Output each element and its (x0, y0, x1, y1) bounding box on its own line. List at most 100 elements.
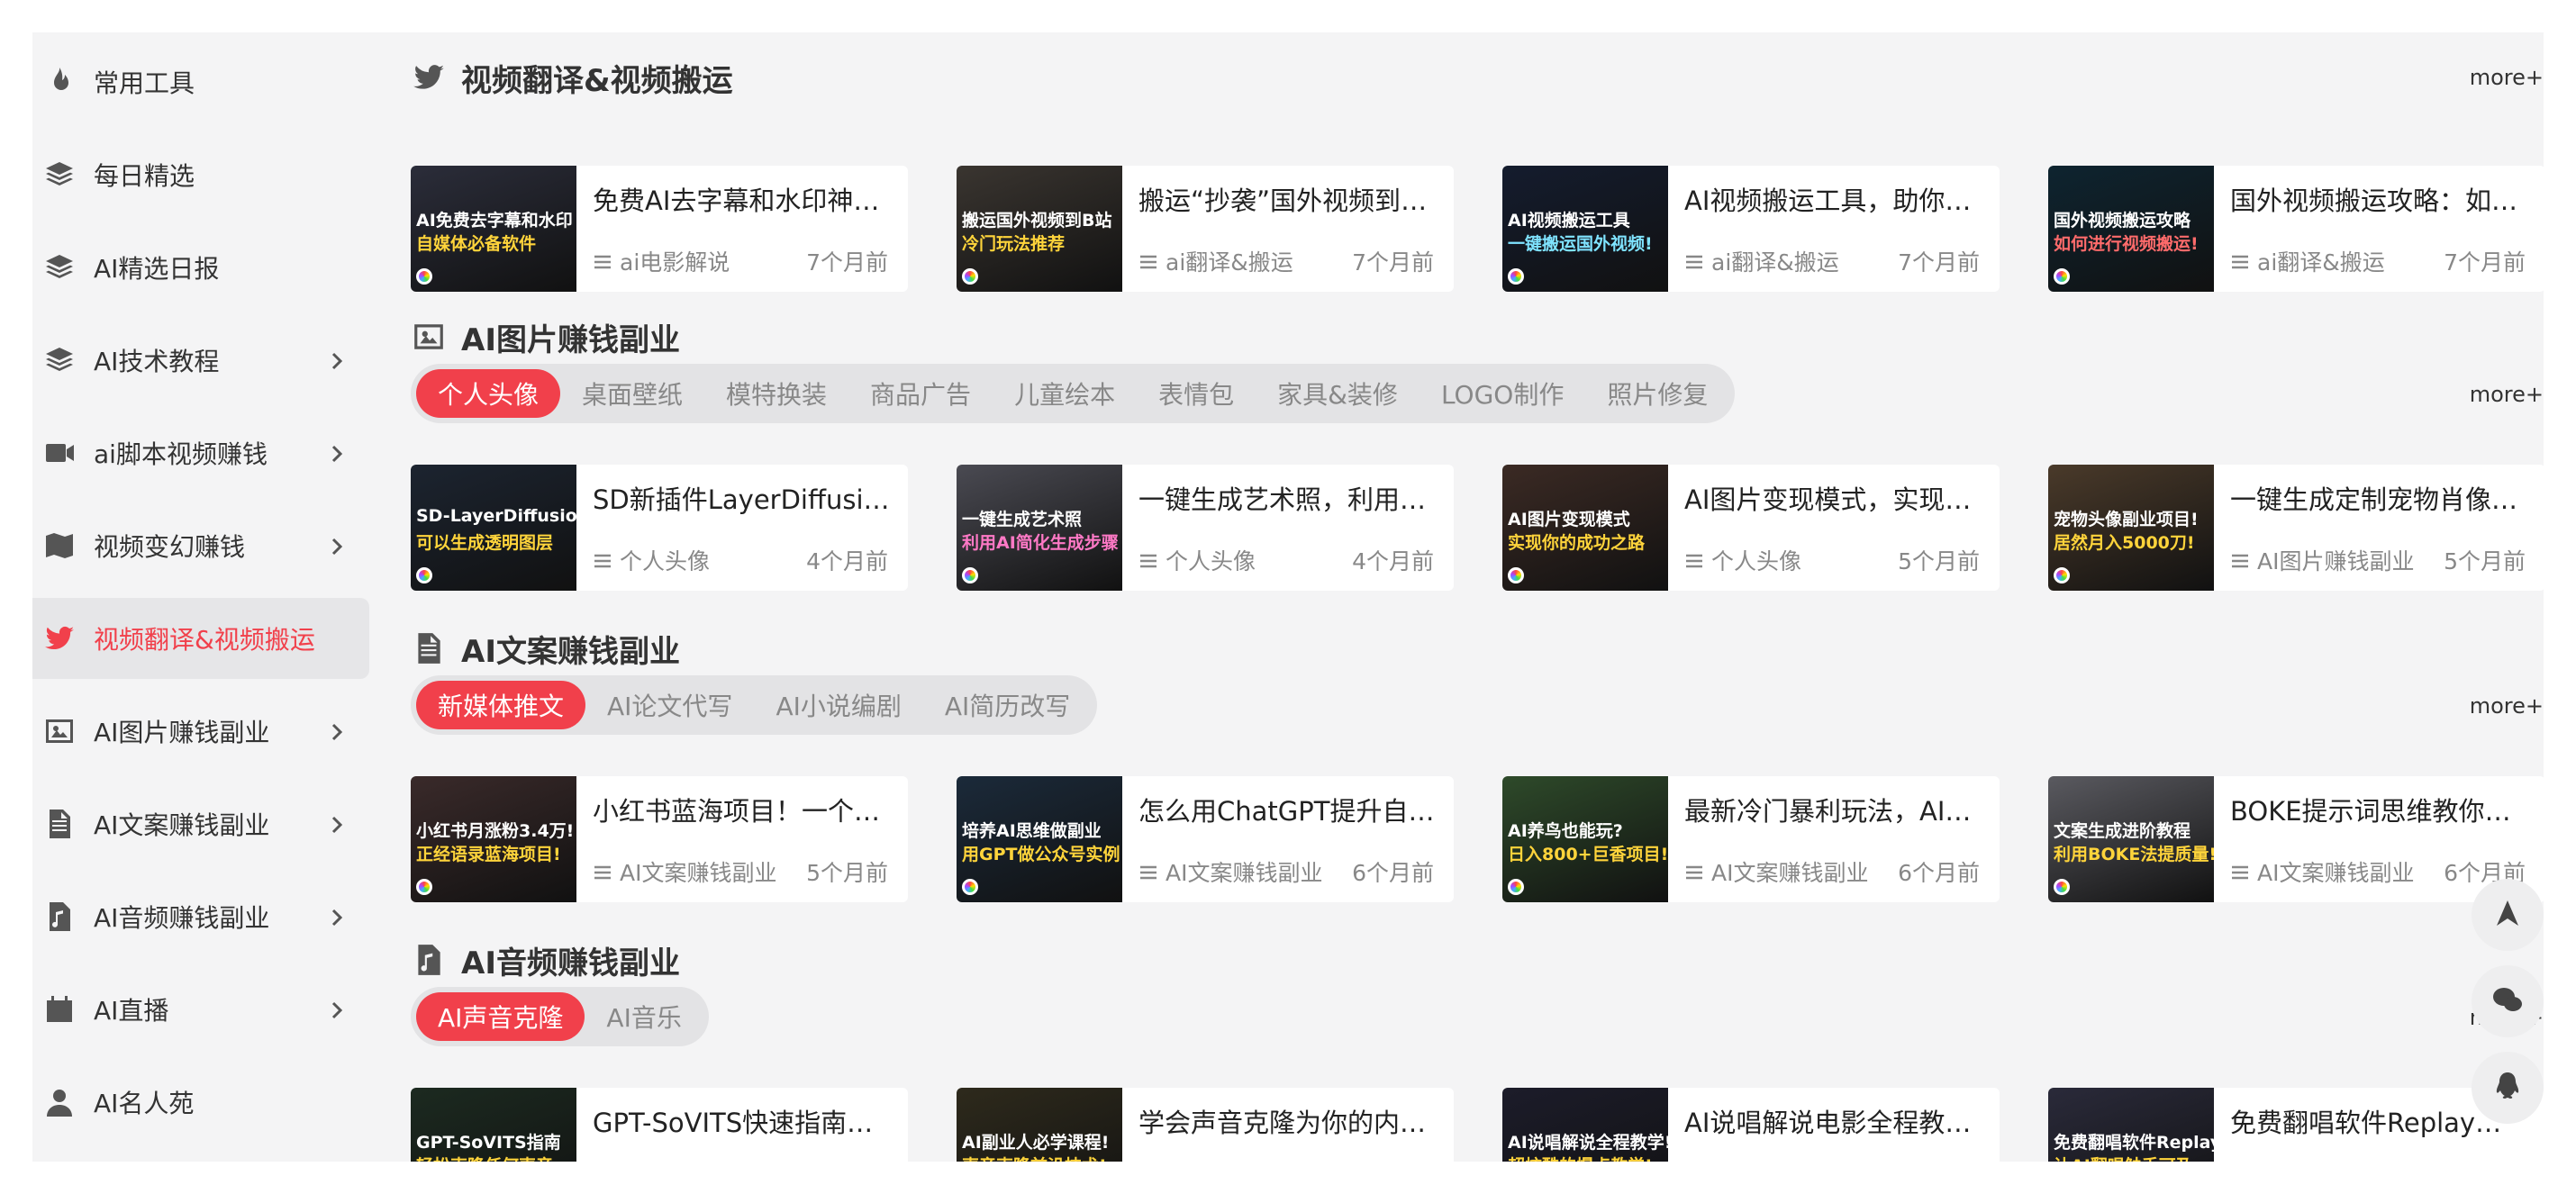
article-card[interactable]: SD-LayerDiffusio 可以生成透明图层 SD新插件LayerDiffus… (411, 465, 908, 591)
tab-item[interactable]: 个人头像 (416, 369, 561, 418)
chevron-right-icon (326, 719, 348, 741)
article-card[interactable]: AI养鸟也能玩? 日入800+巨香项目! 最新冷门暴利玩法，AI制... AI文案赚钱… (1502, 776, 2000, 902)
card-category[interactable]: AI图片赚钱副业 (2257, 544, 2444, 576)
article-card[interactable]: AI说唱解说全程教学!超炫酷的爆点教学!AI说唱解说电影全程教学...AI声音克… (1502, 1088, 2000, 1162)
tab-item[interactable]: AI声音克隆 (416, 992, 585, 1041)
sidebar-item-1[interactable]: 每日精选 (32, 134, 369, 215)
article-card[interactable]: GPT-SoVITS指南轻松克隆任何声音GPT-SoVITS快速指南：...AI… (411, 1088, 908, 1162)
card-title[interactable]: AI说唱解说电影全程教学... (1684, 1102, 1982, 1140)
sidebar-item-label: AI直播 (94, 996, 169, 1026)
sidebar-item-9[interactable]: AI音频赚钱副业 (32, 876, 369, 957)
tab-item[interactable]: AI音乐 (585, 992, 703, 1041)
article-card[interactable]: 搬运国外视频到B站 冷门玩法推荐 搬运“抄袭”国外视频到B... ai翻译&搬运 7个月… (957, 166, 1454, 292)
tab-item[interactable]: 桌面壁纸 (560, 369, 704, 418)
tab-item[interactable]: AI论文代写 (585, 681, 754, 729)
tab-item[interactable]: 表情包 (1137, 369, 1256, 418)
card-title[interactable]: BOKE提示词思维教你用... (2230, 791, 2527, 828)
main-content: 视频翻译&视频搬运 more+ AI免费去字幕和水印 自媒体必备软件 免费AI去字幕和水… (411, 32, 2544, 1162)
card-title[interactable]: 最新冷门暴利玩法，AI制... (1684, 791, 1982, 828)
thumbnail-line2: 让AI翻唱触手可及 (2054, 1153, 2193, 1162)
article-card[interactable]: 一键生成艺术照 利用AI简化生成步骤 一键生成艺术照，利用开... 个人头像 4个月前 (957, 465, 1454, 591)
chevron-right-icon (326, 348, 348, 370)
tab-item[interactable]: AI简历改写 (923, 681, 1092, 729)
card-category[interactable]: ai电影解说 (620, 245, 806, 277)
card-category[interactable]: ai翻译&搬运 (2257, 245, 2444, 277)
sidebar-item-6[interactable]: 视频翻译&视频搬运 (32, 598, 369, 679)
card-meta: 个人头像 5个月前 (1684, 544, 1980, 576)
card-info: 小红书蓝海项目！一个月... AI文案赚钱副业 5个月前 (576, 776, 908, 902)
card-thumbnail: AI视频搬运工具 一键搬运国外视频! (1502, 166, 1668, 292)
tab-item[interactable]: AI小说编剧 (754, 681, 922, 729)
card-category[interactable]: AI文案赚钱副业 (2257, 855, 2444, 888)
card-title[interactable]: 怎么用ChatGPT提升自己... (1138, 791, 1436, 828)
sidebar-item-3[interactable]: AI技术教程 (32, 320, 369, 401)
card-meta: ai电影解说 7个月前 (593, 245, 888, 277)
tab-item[interactable]: 家具&装修 (1256, 369, 1420, 418)
list-icon (1684, 550, 1704, 570)
tab-item[interactable]: 商品广告 (848, 369, 993, 418)
card-title[interactable]: AI视频搬运工具，助你一... (1684, 180, 1982, 218)
more-link[interactable]: more+ (2470, 693, 2544, 719)
card-title[interactable]: 学会声音克隆为你的内容... (1138, 1102, 1436, 1140)
card-title[interactable]: 搬运“抄袭”国外视频到B... (1138, 180, 1436, 218)
article-card[interactable]: 宠物头像副业项目! 居然月入5000刀! 一键生成定制宠物肖像，... AI图片赚钱副… (2048, 465, 2544, 591)
tab-item[interactable]: 模特换装 (704, 369, 848, 418)
card-time: 7个月前 (806, 249, 888, 276)
card-category[interactable]: AI文案赚钱副业 (1711, 855, 1898, 888)
calendar-icon-svg (47, 996, 72, 1022)
back-to-top-button[interactable] (2472, 879, 2544, 951)
article-card[interactable]: 培养AI思维做副业 用GPT做公众号实例! 怎么用ChatGPT提升自己... AI文… (957, 776, 1454, 902)
sidebar-item-8[interactable]: AI文案赚钱副业 (32, 783, 369, 864)
card-title[interactable]: AI图片变现模式，实现你... (1684, 479, 1982, 517)
article-card[interactable]: 国外视频搬运攻略 如何进行视频搬运! 国外视频搬运攻略：如何... ai翻译&搬运 7个… (2048, 166, 2544, 292)
thumbnail-line1: 一键生成艺术照 (962, 510, 1083, 529)
article-card[interactable]: AI视频搬运工具 一键搬运国外视频! AI视频搬运工具，助你一... ai翻译&搬运 7… (1502, 166, 2000, 292)
article-card[interactable]: AI图片变现模式 实现你的成功之路 AI图片变现模式，实现你... 个人头像 5个月前 (1502, 465, 2000, 591)
tab-item[interactable]: 儿童绘本 (993, 369, 1137, 418)
card-title[interactable]: 国外视频搬运攻略：如何... (2230, 180, 2527, 218)
sidebar-item-4[interactable]: ai脚本视频赚钱 (32, 412, 369, 493)
thumbnail-line1: 培养AI思维做副业 (962, 821, 1102, 841)
article-card[interactable]: 免费翻唱软件Replay让AI翻唱触手可及免费翻唱软件Replay，让...AI… (2048, 1088, 2544, 1162)
card-category[interactable]: 个人头像 (1711, 544, 1898, 576)
sidebar-item-label: AI技术教程 (94, 347, 220, 376)
article-card[interactable]: AI免费去字幕和水印 自媒体必备软件 免费AI去字幕和水印神器... ai电影解说 7个… (411, 166, 908, 292)
sidebar-item-5[interactable]: 视频变幻赚钱 (32, 505, 369, 586)
sidebar-item-label: 每日精选 (94, 161, 195, 191)
article-card[interactable]: 小红书月涨粉3.4万! 正经语录蓝海项目! 小红书蓝海项目！一个月... AI文案赚钱… (411, 776, 908, 902)
thumbnail-line2: 正经语录蓝海项目! (416, 845, 561, 864)
card-title[interactable]: GPT-SoVITS快速指南：... (593, 1102, 890, 1140)
card-category[interactable]: ai翻译&搬运 (1711, 245, 1898, 277)
card-title[interactable]: 一键生成定制宠物肖像，... (2230, 479, 2527, 517)
card-title[interactable]: 一键生成艺术照，利用开... (1138, 479, 1436, 517)
tab-item[interactable]: 新媒体推文 (416, 681, 586, 729)
card-category[interactable]: 个人头像 (1166, 544, 1352, 576)
wechat-button[interactable] (2472, 965, 2544, 1037)
sidebar-item-0[interactable]: 常用工具 (32, 41, 369, 122)
card-title[interactable]: 免费AI去字幕和水印神器... (593, 180, 890, 218)
more-link[interactable]: more+ (2470, 382, 2544, 407)
card-category[interactable]: AI文案赚钱副业 (620, 855, 806, 888)
article-card[interactable]: 文案生成进阶教程 利用BOKE法提质量! BOKE提示词思维教你用... AI文案赚钱… (2048, 776, 2544, 902)
sidebar-item-10[interactable]: AI直播 (32, 969, 369, 1050)
thumbnail-line1: 搬运国外视频到B站 (962, 211, 1112, 231)
card-meta: ai翻译&搬运 7个月前 (2230, 245, 2526, 277)
layers-icon (41, 157, 77, 193)
card-category[interactable]: AI文案赚钱副业 (1166, 855, 1352, 888)
card-title[interactable]: 小红书蓝海项目！一个月... (593, 791, 890, 828)
article-card[interactable]: AI副业人必学课程!声音克隆前沿技术!学会声音克隆为你的内容...AI声音克隆5… (957, 1088, 1454, 1162)
sidebar-item-2[interactable]: AI精选日报 (32, 227, 369, 308)
wechat-icon-svg (2493, 988, 2522, 1011)
tab-item[interactable]: 照片修复 (1585, 369, 1729, 418)
card-category[interactable]: ai翻译&搬运 (1166, 245, 1352, 277)
tab-item[interactable]: LOGO制作 (1420, 369, 1585, 418)
card-meta: AI文案赚钱副业 6个月前 (2230, 855, 2526, 888)
sidebar-item-7[interactable]: AI图片赚钱副业 (32, 691, 369, 772)
thumbnail-line2: 实现你的成功之路 (1508, 533, 1646, 553)
card-category[interactable]: 个人头像 (620, 544, 806, 576)
sidebar-item-11[interactable]: AI名人苑 (32, 1062, 369, 1143)
card-title[interactable]: SD新插件LayerDiffusion... (593, 479, 890, 517)
more-link[interactable]: more+ (2470, 65, 2544, 90)
card-time: 7个月前 (2444, 249, 2526, 276)
qq-button[interactable] (2472, 1052, 2544, 1124)
